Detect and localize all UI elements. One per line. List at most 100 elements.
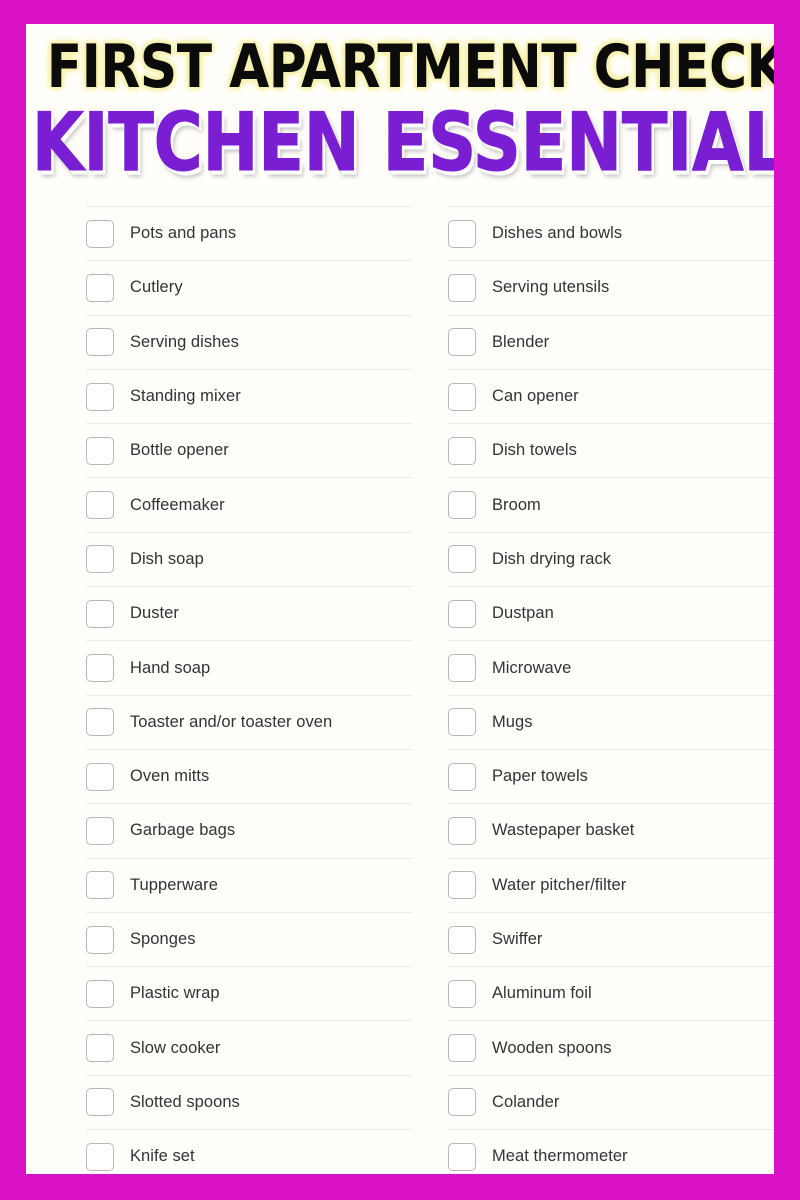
checklist-row[interactable]: Serving dishes [86,314,412,369]
checklist-item-label: Mugs [492,712,533,731]
checkbox-icon[interactable] [86,328,114,357]
checkbox-icon[interactable] [448,273,476,302]
checklist-row[interactable]: Broom [448,477,774,531]
checklist-item-label: Garbage bags [130,821,236,840]
checklist-row[interactable]: Aluminum foil [448,966,774,1020]
checklist-row[interactable]: Meat thermometer [448,1129,774,1174]
checklist-item-label: Meat thermometer [492,1147,628,1166]
checkbox-icon[interactable] [448,328,476,357]
checklist-item-label: Standing mixer [130,387,241,406]
checklist-row[interactable]: Dish soap [86,531,412,586]
checklist-row[interactable]: Oven mitts [86,748,412,803]
checklist-item-label: Plastic wrap [130,984,220,1003]
checklist-item-label: Dish towels [492,441,577,460]
checkbox-icon[interactable] [86,382,114,411]
checkbox-icon[interactable] [86,1142,114,1171]
checklist-row[interactable]: Dish drying rack [448,531,774,586]
checkbox-icon[interactable] [86,219,114,248]
checklist-row[interactable]: Water pitcher/filter [448,857,774,912]
checklist-item-label: Can opener [492,387,579,406]
checkbox-icon[interactable] [86,708,114,737]
checklist-row[interactable]: Tupperware [86,857,412,912]
checkbox-icon[interactable] [86,816,114,845]
checklist-column-right: Dishes and bowls Serving utensils Blender C… [448,206,774,1174]
checklist-item-label: Dishes and bowls [492,224,623,243]
checkbox-icon[interactable] [448,871,476,900]
checkbox-icon[interactable] [448,436,476,465]
checkbox-icon[interactable] [448,816,476,845]
checkbox-icon[interactable] [448,382,476,411]
checkbox-icon[interactable] [448,1142,476,1171]
checkbox-icon[interactable] [86,545,114,574]
checklist-row[interactable]: Knife set [86,1129,412,1174]
checklist-item-label: Slow cooker [130,1038,221,1057]
checklist-row[interactable]: Wastepaper basket [448,803,774,857]
checkbox-icon[interactable] [86,979,114,1008]
checklist-row[interactable]: Slotted spoons [86,1074,412,1129]
checklist-item-label: Water pitcher/filter [492,875,627,894]
checklist-item-label: Serving utensils [492,278,610,297]
checklist-item-label: Microwave [492,658,572,677]
checklist-item-label: Duster [130,604,179,623]
checklist-row[interactable]: Slow cooker [86,1020,412,1074]
checklist-row[interactable]: Plastic wrap [86,966,412,1020]
checkbox-icon[interactable] [448,219,476,248]
checklist-row[interactable]: Cutlery [86,260,412,314]
checkbox-icon[interactable] [86,762,114,791]
checklist-row[interactable]: Microwave [448,640,774,694]
checklist-item-label: Oven mitts [130,767,210,786]
checklist-row[interactable]: Hand soap [86,640,412,694]
checkbox-icon[interactable] [448,1034,476,1063]
checklist-row[interactable]: Garbage bags [86,803,412,857]
checkbox-icon[interactable] [86,273,114,302]
checklist-item-label: Tupperware [130,875,218,894]
checkbox-icon[interactable] [86,871,114,900]
checkbox-icon[interactable] [448,1088,476,1117]
checkbox-icon[interactable] [448,925,476,954]
checklist-card: FIRST APARTMENT CHECKLIST KITCHEN ESSENT… [26,24,774,1174]
checklist-row[interactable]: Colander [448,1074,774,1129]
checklist-row[interactable]: Pots and pans [86,206,412,260]
checkbox-icon[interactable] [448,491,476,520]
checkbox-icon[interactable] [448,762,476,791]
checklist-row[interactable]: Can opener [448,368,774,423]
checklist-item-label: Dish drying rack [492,549,612,568]
checkbox-icon[interactable] [448,708,476,737]
checklist-row[interactable]: Toaster and/or toaster oven [86,694,412,749]
checkbox-icon[interactable] [448,979,476,1008]
checklist-row[interactable]: Coffeemaker [86,477,412,531]
checkbox-icon[interactable] [448,545,476,574]
checklist-item-label: Sponges [130,930,196,948]
checklist-item-label: Knife set [130,1147,195,1166]
checkbox-icon[interactable] [448,654,476,683]
checklist-row[interactable]: Mugs [448,694,774,749]
checklist-row[interactable]: Serving utensils [448,260,774,314]
checkbox-icon[interactable] [86,491,114,520]
page-subtitle: KITCHEN ESSENTIALS [32,96,775,190]
checklist-row[interactable]: Paper towels [448,748,774,803]
checkbox-icon[interactable] [448,599,476,628]
checkbox-icon[interactable] [86,599,114,628]
checkbox-icon[interactable] [86,436,114,465]
checklist-row[interactable]: Swiffer [448,911,774,966]
checkbox-icon[interactable] [86,1088,114,1117]
checklist-row[interactable]: Dishes and bowls [448,206,774,260]
checklist-item-label: Pots and pans [130,224,237,243]
heading-block: FIRST APARTMENT CHECKLIST KITCHEN ESSENT… [26,24,775,183]
checklist-item-label: Dustpan [492,604,554,623]
checklist-item-label: Coffeemaker [130,495,225,514]
checklist-item-label: Paper towels [492,767,588,786]
checklist-item-label: Cutlery [130,278,183,297]
checklist-row[interactable]: Bottle opener [86,423,412,477]
checkbox-icon[interactable] [86,654,114,683]
checklist-row[interactable]: Sponges [86,911,412,966]
checkbox-icon[interactable] [86,1034,114,1063]
checklist-item-label: Aluminum foil [492,984,592,1003]
checklist-row[interactable]: Dish towels [448,423,774,477]
checkbox-icon[interactable] [86,925,114,954]
checklist-row[interactable]: Dustpan [448,586,774,640]
checklist-row[interactable]: Wooden spoons [448,1020,774,1074]
checklist-row[interactable]: Duster [86,586,412,640]
checklist-row[interactable]: Standing mixer [86,368,412,423]
checklist-row[interactable]: Blender [448,314,774,369]
